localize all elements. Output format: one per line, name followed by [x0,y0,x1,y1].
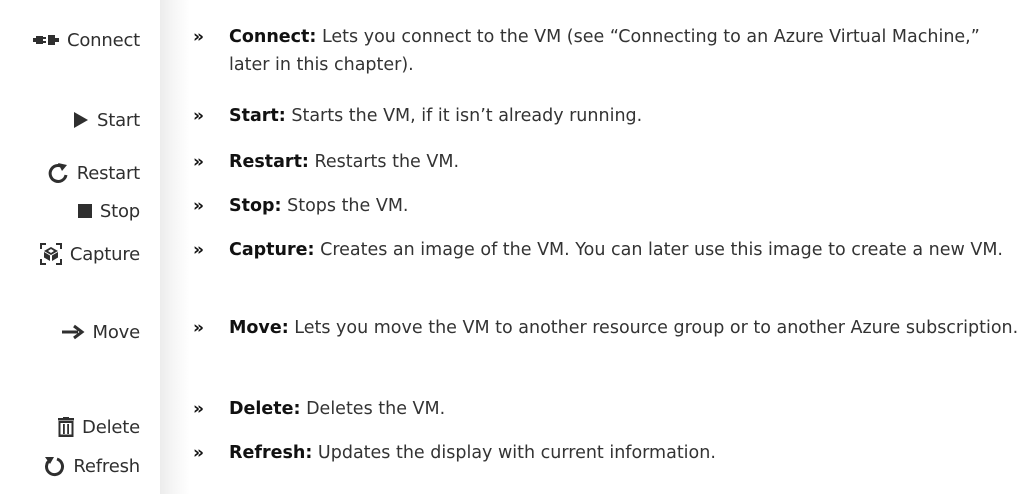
stop-icon [77,204,92,218]
bullet-icon: » [193,27,204,47]
start-button[interactable]: Start [73,105,140,135]
list-item-refresh: Refresh: Updates the display with curren… [229,439,1019,467]
move-button-label: Move [92,321,141,343]
term-refresh: Refresh: [229,443,313,463]
list-item-delete: Delete: Deletes the VM. [229,395,1019,423]
delete-button[interactable]: Delete [58,412,140,442]
restart-button[interactable]: Restart [47,158,140,188]
term-stop: Stop: [229,196,282,216]
term-capture: Capture: [229,240,315,260]
list-item-start: Start: Starts the VM, if it isn’t alread… [229,102,1019,130]
bullet-icon: » [193,196,204,216]
capture-button[interactable]: Capture [39,239,140,269]
bullet-icon: » [193,240,204,260]
bullet-icon: » [193,318,204,338]
desc-connect: Lets you connect to the VM (see “Connect… [229,27,980,75]
list-item-stop: Stop: Stops the VM. [229,192,1019,220]
list-item-capture: Capture: Creates an image of the VM. You… [229,236,1019,264]
list-item-move: Move: Lets you move the VM to another re… [229,314,1019,342]
bullet-icon: » [193,399,204,419]
restart-icon [47,162,69,184]
connect-button[interactable]: Connect [32,25,140,55]
term-delete: Delete: [229,399,301,419]
term-move: Move: [229,318,289,338]
move-button[interactable]: Move [61,317,140,347]
refresh-icon [43,455,65,477]
start-button-label: Start [97,109,140,131]
stop-button-label: Stop [99,200,140,222]
arrow-right-icon [61,324,85,340]
refresh-button[interactable]: Refresh [43,451,140,481]
desc-refresh: Updates the display with current informa… [317,443,716,463]
list-item-restart: Restart: Restarts the VM. [229,148,1019,176]
bullet-icon: » [193,152,204,172]
connect-icon [32,32,59,48]
desc-restart: Restarts the VM. [314,152,460,172]
term-start: Start: [229,106,286,126]
connect-button-label: Connect [66,29,140,51]
term-restart: Restart: [229,152,309,172]
capture-icon [39,243,62,265]
trash-icon [58,417,75,437]
list-item-connect: Connect: Lets you connect to the VM (see… [229,23,1019,79]
capture-button-label: Capture [69,243,140,265]
bullet-icon: » [193,443,204,463]
desc-start: Starts the VM, if it isn’t already runni… [291,106,643,126]
delete-button-label: Delete [82,416,140,438]
desc-capture: Creates an image of the VM. You can late… [320,240,1003,260]
desc-move: Lets you move the VM to another resource… [294,318,1019,338]
restart-button-label: Restart [76,162,140,184]
play-icon [73,111,89,129]
stop-button[interactable]: Stop [77,196,140,226]
bullet-icon: » [193,106,204,126]
desc-stop: Stops the VM. [287,196,409,216]
refresh-button-label: Refresh [73,455,140,477]
term-connect: Connect: [229,27,317,47]
desc-delete: Deletes the VM. [306,399,446,419]
